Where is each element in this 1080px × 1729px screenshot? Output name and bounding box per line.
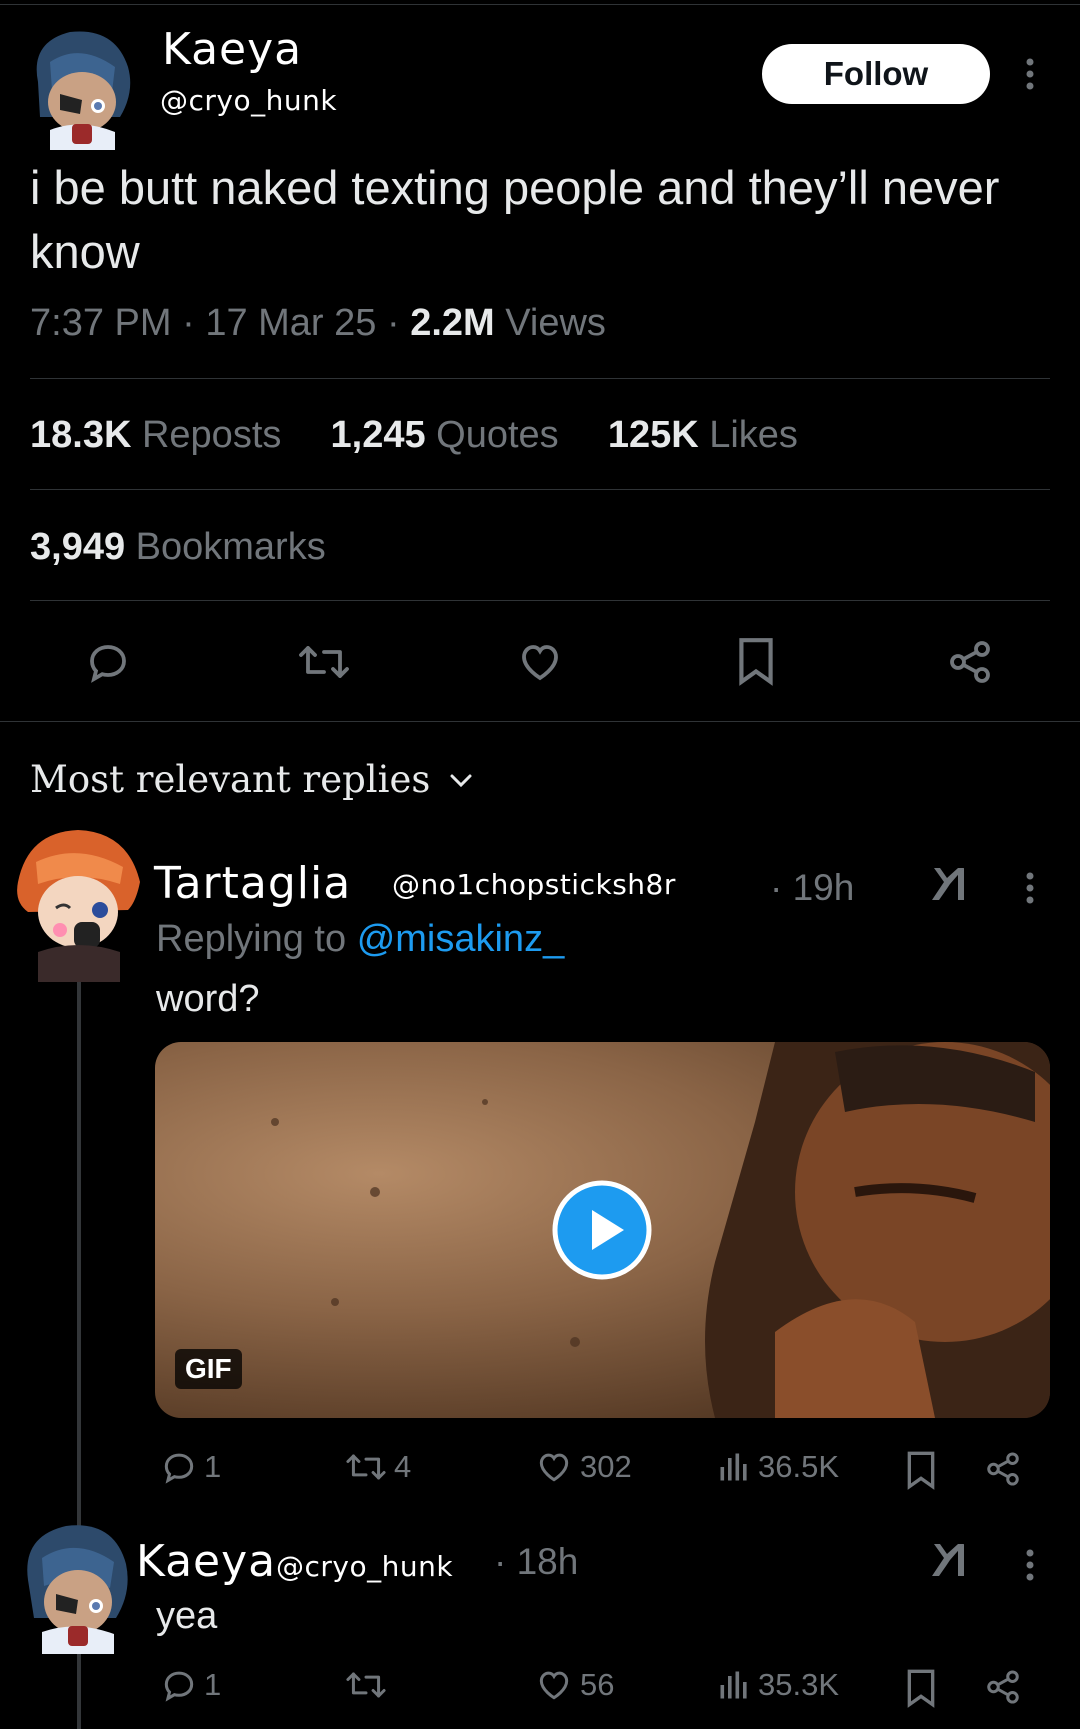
reply-comment-action[interactable]: 1 <box>160 1448 221 1486</box>
reply-repost-action[interactable]: 4 <box>344 1448 411 1486</box>
repost-icon[interactable] <box>296 638 352 686</box>
tweet-date: 17 Mar 25 <box>205 302 377 344</box>
play-button-icon[interactable] <box>552 1180 652 1280</box>
reply-views-action[interactable]: 36.5K <box>716 1448 839 1486</box>
grok-icon[interactable] <box>928 864 968 904</box>
reply-like-action[interactable]: 56 <box>534 1666 614 1704</box>
reply-author-handle[interactable]: @cryo_hunk <box>276 1550 453 1583</box>
follow-button[interactable]: Follow <box>762 44 990 104</box>
replying-to-link[interactable]: @misakinz_ <box>357 918 565 960</box>
reply-avatar-tartaglia[interactable] <box>8 822 146 982</box>
author-name[interactable]: Kaeya <box>162 24 302 75</box>
author-handle[interactable]: @cryo_hunk <box>160 84 337 117</box>
repost-icon <box>344 1448 388 1486</box>
chevron-down-icon <box>448 771 474 789</box>
tweet-time: 7:37 PM <box>30 302 172 344</box>
tweet-meta: 7:37 PM · 17 Mar 25 · 2.2M Views <box>30 302 606 344</box>
reply-comment-action[interactable]: 1 <box>160 1666 221 1704</box>
quotes-stat[interactable]: 1,245 Quotes <box>331 414 559 456</box>
more-options-icon[interactable] <box>1024 56 1036 92</box>
views-icon <box>716 1448 752 1486</box>
share-icon[interactable] <box>946 638 994 686</box>
engagement-stats: 18.3K Reposts 1,245 Quotes 125K Likes <box>30 414 798 457</box>
grok-icon[interactable] <box>928 1540 968 1580</box>
reply-text: word? <box>156 978 260 1020</box>
bookmark-icon[interactable] <box>735 636 777 686</box>
gif-badge: GIF <box>175 1349 242 1389</box>
replies-header-label: Most relevant replies <box>30 758 431 801</box>
reply-share-icon[interactable] <box>984 1668 1022 1706</box>
likes-stat[interactable]: 125K Likes <box>608 414 798 456</box>
replying-to: Replying to @misakinz_ <box>156 918 565 960</box>
like-icon <box>534 1666 574 1704</box>
reply-more-icon[interactable] <box>1024 870 1036 906</box>
bookmarks-stat[interactable]: 3,949 Bookmarks <box>30 526 326 569</box>
reply-time[interactable]: · 19h <box>770 867 854 909</box>
reply-icon <box>160 1448 198 1486</box>
reply-bookmark-icon[interactable] <box>904 1450 938 1490</box>
reposts-stat[interactable]: 18.3K Reposts <box>30 414 281 456</box>
replies-sort-selector[interactable]: Most relevant replies <box>30 758 474 801</box>
reply-icon <box>160 1666 198 1704</box>
views-icon <box>716 1666 752 1704</box>
reply-more-icon[interactable] <box>1024 1547 1036 1583</box>
reply-icon[interactable] <box>84 638 132 686</box>
reply-gif-media[interactable]: GIF <box>155 1042 1050 1418</box>
like-icon[interactable] <box>515 638 565 686</box>
reply-text: yea <box>156 1595 218 1637</box>
reply-author-name[interactable]: Tartaglia <box>154 858 351 909</box>
reply-bookmark-icon[interactable] <box>904 1668 938 1708</box>
views-count: 2.2M <box>410 302 495 344</box>
reply-avatar-kaeya[interactable] <box>16 1514 134 1654</box>
reply-views-action[interactable]: 35.3K <box>716 1666 839 1704</box>
reply-time[interactable]: · 18h <box>494 1541 578 1583</box>
reply-author-name[interactable]: Kaeya <box>136 1536 276 1587</box>
reply-like-action[interactable]: 302 <box>534 1448 632 1486</box>
reply-author-handle[interactable]: @no1chopsticksh8r <box>392 868 676 901</box>
tweet-text: i be butt naked texting people and they’… <box>30 161 1000 278</box>
like-icon <box>534 1448 574 1486</box>
author-avatar[interactable] <box>20 22 138 150</box>
reply-repost-action[interactable] <box>344 1666 394 1704</box>
reply-share-icon[interactable] <box>984 1450 1022 1488</box>
repost-icon <box>344 1666 388 1704</box>
views-label: Views <box>505 302 606 344</box>
